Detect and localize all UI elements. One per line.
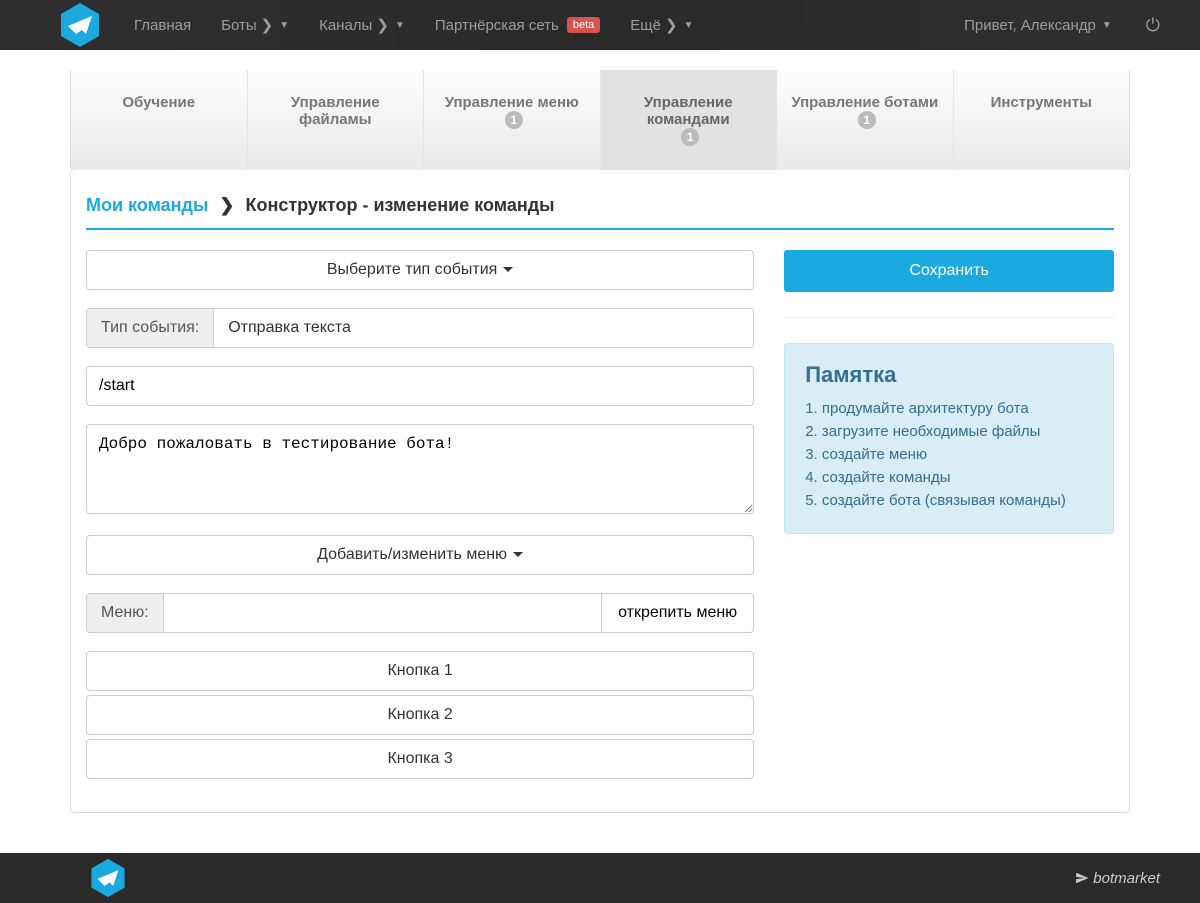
nav-item-label: Каналы <box>319 17 372 34</box>
chevron-right-icon: ❯ <box>219 195 234 215</box>
chevron-right-icon: ❯ <box>665 16 678 34</box>
tab-label: Управление файламы <box>291 94 380 128</box>
user-greeting: Привет, Александр <box>964 17 1096 34</box>
count-badge: 1 <box>681 128 699 146</box>
unpin-menu-button[interactable]: открепить меню <box>601 594 753 632</box>
divider <box>784 317 1114 318</box>
menu-dropdown[interactable]: Добавить/изменить меню <box>86 535 754 575</box>
nav-right: Привет, Александр ▼ ⏻ <box>950 2 1170 49</box>
command-input[interactable] <box>86 366 754 406</box>
event-type-group: Тип события: Отправка текста <box>86 308 754 348</box>
caret-down-icon: ▼ <box>395 20 405 31</box>
memo-box: Памятка продумайте архитектуру бота загр… <box>784 343 1114 534</box>
tab-commands[interactable]: Управление командами1 <box>601 70 778 170</box>
user-menu[interactable]: Привет, Александр ▼ <box>950 2 1126 49</box>
send-icon <box>1075 871 1089 885</box>
memo-item[interactable]: создайте меню <box>805 446 1093 463</box>
nav-item-label: Партнёрская сеть <box>435 17 559 34</box>
logo[interactable] <box>60 2 100 48</box>
memo-item[interactable]: продумайте архитектуру бота <box>805 400 1093 417</box>
chevron-right-icon: ❯ <box>261 16 274 34</box>
save-button[interactable]: Сохранить <box>784 250 1114 292</box>
event-type-label: Тип события: <box>87 309 214 347</box>
tab-education[interactable]: Обучение <box>71 70 248 170</box>
count-badge: 1 <box>505 111 523 129</box>
power-icon[interactable]: ⏻ <box>1136 15 1170 36</box>
nav-left: Главная Боты ❯ ▼ Каналы ❯ ▼ Партнёрская се… <box>120 1 707 49</box>
tab-bar: Обучение Управление файламы Управление м… <box>70 70 1130 171</box>
breadcrumb-link[interactable]: Мои команды <box>86 195 208 215</box>
beta-badge: beta <box>567 17 600 33</box>
nav-item-label: Ещё <box>630 17 661 34</box>
nav-item-more[interactable]: Ещё ❯ ▼ <box>616 1 707 49</box>
nav-item-home[interactable]: Главная <box>120 2 205 49</box>
nav-item-partner[interactable]: Партнёрская сеть beta <box>421 2 614 49</box>
footer-brand-text: botmarket <box>1093 870 1160 887</box>
tab-menu[interactable]: Управление меню1 <box>424 70 601 170</box>
tab-label: Управление ботами <box>791 94 938 111</box>
footer: botmarket <box>0 853 1200 903</box>
tab-label: Обучение <box>122 94 195 111</box>
caret-down-icon: ▼ <box>279 20 289 31</box>
tab-files[interactable]: Управление файламы <box>248 70 425 170</box>
memo-title: Памятка <box>805 362 1093 388</box>
menu-label: Меню: <box>87 594 164 632</box>
tab-tools[interactable]: Инструменты <box>954 70 1130 170</box>
top-navbar: Главная Боты ❯ ▼ Каналы ❯ ▼ Партнёрская се… <box>0 0 1200 50</box>
event-type-value: Отправка текста <box>214 309 753 347</box>
caret-down-icon: ▼ <box>684 20 694 31</box>
memo-item[interactable]: создайте бота (связывая команды) <box>805 492 1093 509</box>
chevron-right-icon: ❯ <box>376 16 389 34</box>
menu-button-1[interactable]: Кнопка 1 <box>86 651 754 691</box>
breadcrumb: Мои команды ❯ Конструктор - изменение ко… <box>86 185 1114 230</box>
sidebar-column: Сохранить Памятка продумайте архитектуру… <box>784 250 1114 797</box>
footer-logo[interactable] <box>90 858 126 898</box>
memo-item[interactable]: загрузите необходимые файлы <box>805 423 1093 440</box>
menu-button-3[interactable]: Кнопка 3 <box>86 739 754 779</box>
form-column: Выберите тип события Тип события: Отправ… <box>86 250 754 797</box>
breadcrumb-current: Конструктор - изменение команды <box>245 195 554 215</box>
nav-item-bots[interactable]: Боты ❯ ▼ <box>207 1 303 49</box>
tab-bots[interactable]: Управление ботами1 <box>777 70 954 170</box>
footer-brand[interactable]: botmarket <box>1075 870 1160 887</box>
nav-item-label: Боты <box>221 17 257 34</box>
menu-input[interactable] <box>164 594 601 632</box>
main-panel: Мои команды ❯ Конструктор - изменение ко… <box>70 170 1130 813</box>
menu-button-2[interactable]: Кнопка 2 <box>86 695 754 735</box>
tab-label: Инструменты <box>991 94 1092 111</box>
tab-label: Управление командами <box>644 94 733 128</box>
count-badge: 1 <box>858 111 876 129</box>
event-type-dropdown[interactable]: Выберите тип события <box>86 250 754 290</box>
menu-buttons-list: Кнопка 1 Кнопка 2 Кнопка 3 <box>86 651 754 779</box>
memo-item[interactable]: создайте команды <box>805 469 1093 486</box>
caret-down-icon: ▼ <box>1102 20 1112 31</box>
nav-item-channels[interactable]: Каналы ❯ ▼ <box>305 1 419 49</box>
menu-group: Меню: открепить меню <box>86 593 754 633</box>
tab-label: Управление меню <box>445 94 579 111</box>
response-textarea[interactable] <box>86 424 754 514</box>
